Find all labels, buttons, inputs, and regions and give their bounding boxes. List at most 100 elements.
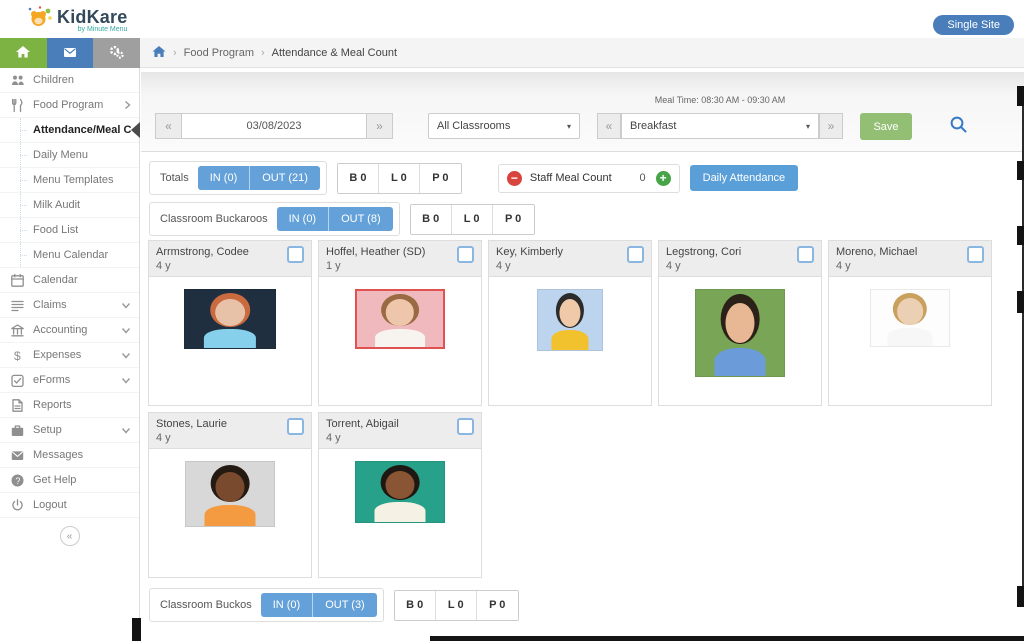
child-select-checkbox[interactable] bbox=[457, 418, 474, 435]
sidebar-item-menu-calendar[interactable]: Menu Calendar bbox=[0, 243, 139, 268]
child-select-checkbox[interactable] bbox=[627, 246, 644, 263]
buckos-lunch-count[interactable]: L 0 bbox=[436, 591, 477, 620]
messages-nav-button[interactable] bbox=[47, 38, 94, 68]
child-select-checkbox[interactable] bbox=[797, 246, 814, 263]
child-card-moreno-michael[interactable]: Moreno, Michael4 y bbox=[828, 240, 992, 406]
main-content: « » All Classrooms ▾ Meal Time: 08:30 AM… bbox=[141, 69, 1024, 641]
active-item-marker bbox=[131, 122, 140, 138]
sidebar-item-claims[interactable]: Claims bbox=[0, 293, 139, 318]
sidebar-item-get-help[interactable]: ?Get Help bbox=[0, 468, 139, 493]
child-age: 4 y bbox=[156, 432, 227, 444]
photo-figure-body bbox=[374, 502, 425, 522]
classroom-buckos-in-button[interactable]: IN (0) bbox=[261, 593, 314, 617]
photo-figure-body bbox=[204, 505, 255, 526]
settings-nav-button[interactable] bbox=[93, 38, 140, 68]
buckaroos-pm-snack-count[interactable]: P 0 bbox=[493, 205, 534, 234]
sidebar-item-food-list[interactable]: Food List bbox=[0, 218, 139, 243]
child-card-body bbox=[659, 277, 821, 405]
breadcrumb-item[interactable]: Food Program bbox=[184, 47, 254, 59]
buckos-breakfast-count[interactable]: B 0 bbox=[395, 591, 436, 620]
logo-title: KidKare bbox=[57, 8, 127, 26]
child-select-checkbox[interactable] bbox=[457, 246, 474, 263]
classroom-buckos-group: Classroom Buckos IN (0) OUT (3) bbox=[149, 588, 384, 622]
sidebar-item-label: Milk Audit bbox=[33, 199, 80, 211]
sidebar-item-daily-menu[interactable]: Daily Menu bbox=[0, 143, 139, 168]
chevron-down-icon: ▾ bbox=[806, 122, 810, 131]
classroom-buckos-meal-counts: B 0 L 0 P 0 bbox=[394, 590, 519, 621]
buckos-pm-snack-count[interactable]: P 0 bbox=[477, 591, 518, 620]
totals-out-button[interactable]: OUT (21) bbox=[250, 166, 320, 190]
sidebar-item-expenses[interactable]: $Expenses bbox=[0, 343, 139, 368]
buckaroos-lunch-count[interactable]: L 0 bbox=[452, 205, 493, 234]
date-prev-button[interactable]: « bbox=[155, 113, 182, 139]
sidebar-item-setup[interactable]: Setup bbox=[0, 418, 139, 443]
totals-breakfast-count[interactable]: B 0 bbox=[338, 164, 379, 193]
sidebar-item-messages[interactable]: Messages bbox=[0, 443, 139, 468]
child-photo[interactable] bbox=[355, 289, 445, 349]
save-button[interactable]: Save bbox=[860, 113, 912, 140]
meal-select[interactable]: Breakfast ▾ bbox=[621, 113, 819, 139]
meal-prev-button[interactable]: « bbox=[597, 113, 621, 139]
meal-next-button[interactable]: » bbox=[819, 113, 843, 139]
sidebar-item-menu-templates[interactable]: Menu Templates bbox=[0, 168, 139, 193]
home-nav-button[interactable] bbox=[0, 38, 47, 68]
classroom-buckaroos-in-button[interactable]: IN (0) bbox=[277, 207, 330, 231]
sidebar-item-logout[interactable]: Logout bbox=[0, 493, 139, 518]
photo-figure-body bbox=[887, 328, 932, 346]
sidebar-item-attendance-meal-counts[interactable]: Attendance/Meal Counts bbox=[0, 118, 139, 143]
sidebar-collapse-button[interactable]: « bbox=[60, 526, 80, 546]
sidebar-item-eforms[interactable]: eForms bbox=[0, 368, 139, 393]
chevron-down-icon bbox=[121, 352, 131, 359]
child-card-hoffel-heather-sd[interactable]: Hoffel, Heather (SD)1 y bbox=[318, 240, 482, 406]
classroom-buckos-out-button[interactable]: OUT (3) bbox=[313, 593, 377, 617]
child-age: 4 y bbox=[496, 260, 563, 272]
breadcrumb-home-icon[interactable] bbox=[152, 45, 166, 61]
single-site-button[interactable]: Single Site bbox=[933, 15, 1014, 35]
date-next-button[interactable]: » bbox=[366, 113, 393, 139]
child-photo[interactable] bbox=[355, 461, 445, 523]
classroom-buckos-row: Classroom Buckos IN (0) OUT (3) B 0 L 0 … bbox=[149, 588, 519, 622]
child-photo[interactable] bbox=[184, 289, 276, 349]
child-name: Key, Kimberly bbox=[496, 246, 563, 258]
daily-attendance-button[interactable]: Daily Attendance bbox=[690, 165, 799, 191]
sidebar-item-children[interactable]: Children bbox=[0, 68, 139, 93]
svg-text:?: ? bbox=[15, 476, 20, 486]
children-cards-grid: Arrmstrong, Codee4 yHoffel, Heather (SD)… bbox=[148, 240, 992, 578]
sidebar-item-calendar[interactable]: Calendar bbox=[0, 268, 139, 293]
totals-group: Totals IN (0) OUT (21) bbox=[149, 161, 327, 195]
child-card-torrent-abigail[interactable]: Torrent, Abigail4 y bbox=[318, 412, 482, 578]
child-select-checkbox[interactable] bbox=[967, 246, 984, 263]
sidebar-item-milk-audit[interactable]: Milk Audit bbox=[0, 193, 139, 218]
staff-plus-icon[interactable]: + bbox=[656, 171, 671, 186]
totals-in-button[interactable]: IN (0) bbox=[198, 166, 251, 190]
sidebar-item-food-program[interactable]: Food Program bbox=[0, 93, 139, 118]
classroom-buckaroos-out-button[interactable]: OUT (8) bbox=[329, 207, 393, 231]
child-card-stones-laurie[interactable]: Stones, Laurie4 y bbox=[148, 412, 312, 578]
child-card-key-kimberly[interactable]: Key, Kimberly 4 y bbox=[488, 240, 652, 406]
child-select-checkbox[interactable] bbox=[287, 418, 304, 435]
chevron-down-icon bbox=[121, 327, 131, 334]
search-button[interactable] bbox=[949, 115, 968, 137]
child-photo[interactable] bbox=[695, 289, 785, 377]
sidebar-item-reports[interactable]: Reports bbox=[0, 393, 139, 418]
classrooms-select[interactable]: All Classrooms ▾ bbox=[428, 113, 580, 139]
search-icon bbox=[949, 115, 968, 137]
totals-pm-snack-count[interactable]: P 0 bbox=[420, 164, 461, 193]
sidebar-item-accounting[interactable]: Accounting bbox=[0, 318, 139, 343]
child-photo[interactable] bbox=[870, 289, 950, 347]
buckaroos-breakfast-count[interactable]: B 0 bbox=[411, 205, 452, 234]
child-card-body bbox=[829, 277, 991, 405]
child-card-arrmstrong-codee[interactable]: Arrmstrong, Codee4 y bbox=[148, 240, 312, 406]
sidebar-item-label: Daily Menu bbox=[33, 149, 88, 161]
staff-minus-icon[interactable]: − bbox=[507, 171, 522, 186]
date-input[interactable] bbox=[182, 113, 366, 139]
meal-time-label: Meal Time: 08:30 AM - 09:30 AM bbox=[597, 95, 843, 105]
sidebar-item-label: Menu Templates bbox=[33, 174, 114, 186]
totals-row: Totals IN (0) OUT (21) B 0 L 0 P 0 − Sta… bbox=[149, 161, 798, 195]
totals-lunch-count[interactable]: L 0 bbox=[379, 164, 420, 193]
child-card-body bbox=[319, 449, 481, 577]
child-photo[interactable] bbox=[185, 461, 275, 527]
child-photo[interactable] bbox=[537, 289, 603, 351]
child-card-legstrong-cori[interactable]: Legstrong, Cori4 y bbox=[658, 240, 822, 406]
child-select-checkbox[interactable] bbox=[287, 246, 304, 263]
